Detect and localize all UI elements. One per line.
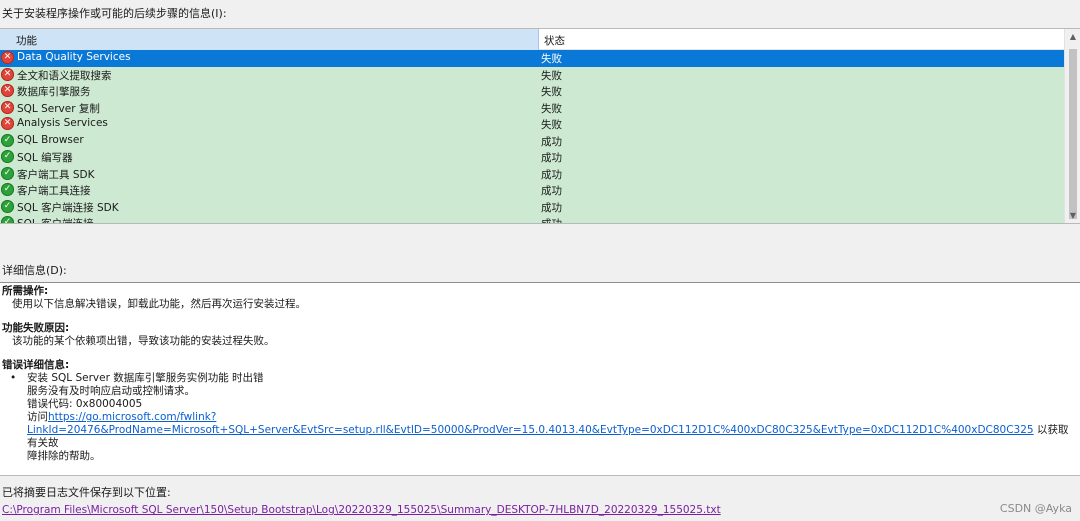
error-x-icon: ✕ (1, 67, 14, 81)
feature-status: 失败 (541, 119, 562, 131)
table-row[interactable]: ✓ SQL 客户端连接 SDK 成功 (0, 198, 1064, 215)
table-row[interactable]: ✕ Data Quality Services 失败 (0, 50, 1064, 67)
log-file-link[interactable]: C:\Program Files\Microsoft SQL Server\15… (2, 504, 721, 516)
table-row[interactable]: ✕ 数据库引擎服务 失败 (0, 83, 1064, 100)
table-row[interactable]: ✓ SQL 编写器 成功 (0, 149, 1064, 166)
feature-name: Data Quality Services (17, 51, 131, 63)
feature-status: 成功 (541, 168, 562, 181)
failure-reason-text: 该功能的某个依赖项出错，导致该功能的安装过程失败。 (12, 335, 275, 347)
scroll-up-arrow-icon[interactable]: ▲ (1065, 29, 1080, 45)
error-line-2: 服务没有及时响应启动或控制请求。 (27, 385, 195, 397)
visit-prefix: 访问 (27, 411, 48, 423)
feature-status: 失败 (541, 53, 562, 65)
feature-name: 客户端工具连接 (17, 185, 91, 197)
feature-status-list[interactable]: 功能 状态 ✕ Data Quality Services 失败 ✕ 全文和语义提取搜索… (0, 28, 1080, 224)
checkmark-icon: ✓ (1, 199, 14, 213)
feature-status: 成功 (541, 185, 562, 197)
feature-name: SQL 客户端连接 (17, 218, 94, 224)
feature-name: 客户端工具 SDK (17, 168, 95, 181)
scroll-down-arrow-icon[interactable]: ▼ (1065, 208, 1080, 223)
checkmark-icon: ✓ (1, 166, 14, 180)
error-x-icon: ✕ (1, 100, 14, 114)
error-details-title: 错误详细信息: (2, 359, 70, 371)
feature-name: SQL Browser (17, 133, 84, 146)
column-header-status[interactable]: 状态 (539, 29, 1064, 50)
info-section-label: 关于安装程序操作或可能的后续步骤的信息(I): (2, 7, 227, 20)
feature-status: 成功 (541, 152, 562, 164)
checkmark-icon: ✓ (1, 183, 14, 196)
watermark: CSDN @Ayka (999, 502, 1072, 515)
failure-reason-title: 功能失败原因: (2, 322, 70, 334)
help-link[interactable]: https://go.microsoft.com/fwlink?LinkId=2… (27, 411, 1034, 436)
feature-status: 失败 (541, 102, 562, 115)
error-x-icon: ✕ (1, 117, 14, 130)
feature-status: 失败 (541, 69, 562, 82)
error-detail-item: • 安装 SQL Server 数据库引擎服务实例功能 时出错 服务没有及时响应… (10, 372, 1078, 463)
error-line-1: 安装 SQL Server 数据库引擎服务实例功能 时出错 (27, 372, 264, 384)
error-code: 错误代码: 0x80004005 (27, 398, 143, 410)
checkmark-icon: ✓ (1, 150, 14, 163)
list-scrollbar[interactable]: ▲ ▼ (1064, 29, 1080, 223)
feature-status: 成功 (541, 201, 562, 214)
checkmark-icon: ✓ (1, 216, 14, 223)
list-header: 功能 状态 (0, 29, 1064, 50)
list-rows: ✕ Data Quality Services 失败 ✕ 全文和语义提取搜索 失败 ✕ 数据库… (0, 50, 1064, 224)
table-row[interactable]: ✓ 客户端工具 SDK 成功 (0, 165, 1064, 182)
table-row[interactable]: ✕ 全文和语义提取搜索 失败 (0, 66, 1064, 83)
visit-suffix-2: 障排除的帮助。 (27, 450, 101, 462)
table-row[interactable]: ✕ SQL Server 复制 失败 (0, 99, 1064, 116)
feature-name: SQL Server 复制 (17, 102, 100, 115)
feature-status: 成功 (541, 135, 562, 148)
feature-status: 失败 (541, 86, 562, 98)
feature-name: SQL 客户端连接 SDK (17, 201, 119, 214)
feature-status: 成功 (541, 218, 562, 224)
details-label: 详细信息(D): (2, 264, 67, 277)
required-action-title: 所需操作: (2, 285, 49, 297)
feature-name: 全文和语义提取搜索 (17, 69, 112, 82)
bullet: • (10, 372, 17, 384)
required-action-text: 使用以下信息解决错误，卸载此功能，然后再次运行安装过程。 (12, 298, 306, 310)
table-row[interactable]: ✓ SQL Browser 成功 (0, 132, 1064, 149)
error-details-list: • 安装 SQL Server 数据库引擎服务实例功能 时出错 服务没有及时响应… (2, 372, 1078, 463)
column-header-feature[interactable]: 功能 (0, 29, 539, 50)
table-row[interactable]: ✓ SQL 客户端连接 成功 (0, 215, 1064, 224)
visit-line: 访问https://go.microsoft.com/fwlink?LinkId… (27, 411, 1078, 450)
feature-name: SQL 编写器 (17, 152, 73, 164)
table-row[interactable]: ✓ 客户端工具连接 成功 (0, 182, 1064, 199)
details-textbox[interactable]: 所需操作: 使用以下信息解决错误，卸载此功能，然后再次运行安装过程。 功能失败原… (0, 282, 1080, 476)
table-row[interactable]: ✕ Analysis Services 失败 (0, 116, 1064, 133)
feature-name: Analysis Services (17, 117, 108, 129)
log-location-label: 已将摘要日志文件保存到以下位置: (2, 486, 171, 499)
error-x-icon: ✕ (1, 51, 14, 64)
checkmark-icon: ✓ (1, 133, 14, 147)
error-x-icon: ✕ (1, 84, 14, 97)
scrollbar-thumb[interactable] (1069, 49, 1077, 219)
feature-name: 数据库引擎服务 (17, 86, 91, 98)
